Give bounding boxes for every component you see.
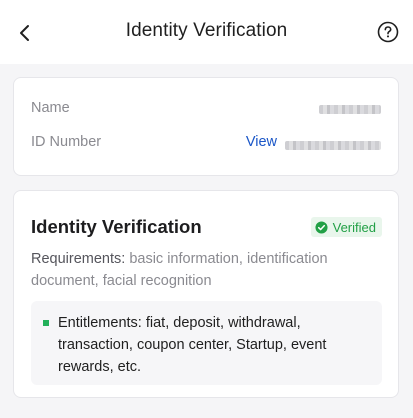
- view-id-link[interactable]: View: [246, 134, 277, 150]
- identity-verification-screen: Identity Verification Name ID Number Vie…: [0, 0, 413, 418]
- personal-info-card: Name ID Number View: [13, 77, 399, 176]
- id-number-label: ID Number: [31, 134, 102, 150]
- verification-card: Identity Verification Verified Requireme…: [13, 190, 399, 398]
- masked-id-value: [285, 141, 381, 150]
- name-row: Name: [31, 100, 381, 120]
- question-circle-icon: [377, 21, 399, 43]
- requirements-text: Requirements: basic information, identif…: [31, 248, 382, 292]
- status-badge-text: Verified: [332, 219, 376, 235]
- page-title: Identity Verification: [125, 20, 288, 41]
- check-circle-icon: [315, 220, 328, 234]
- bullet-marker: [43, 320, 49, 326]
- masked-name-value: [319, 105, 381, 114]
- id-number-row: ID Number View: [31, 134, 381, 154]
- entitlements-text: Entitlements: fiat, deposit, withdrawal,…: [58, 312, 372, 378]
- entitlements-box: Entitlements: fiat, deposit, withdrawal,…: [31, 301, 382, 385]
- top-bar: Identity Verification: [0, 0, 413, 64]
- help-button[interactable]: [376, 20, 400, 44]
- entitlements-label: Entitlements:: [58, 315, 142, 331]
- verified-badge: Verified: [310, 217, 382, 237]
- verification-title: Identity Verification: [31, 216, 202, 237]
- requirements-label: Requirements:: [31, 251, 126, 267]
- name-label: Name: [31, 100, 70, 116]
